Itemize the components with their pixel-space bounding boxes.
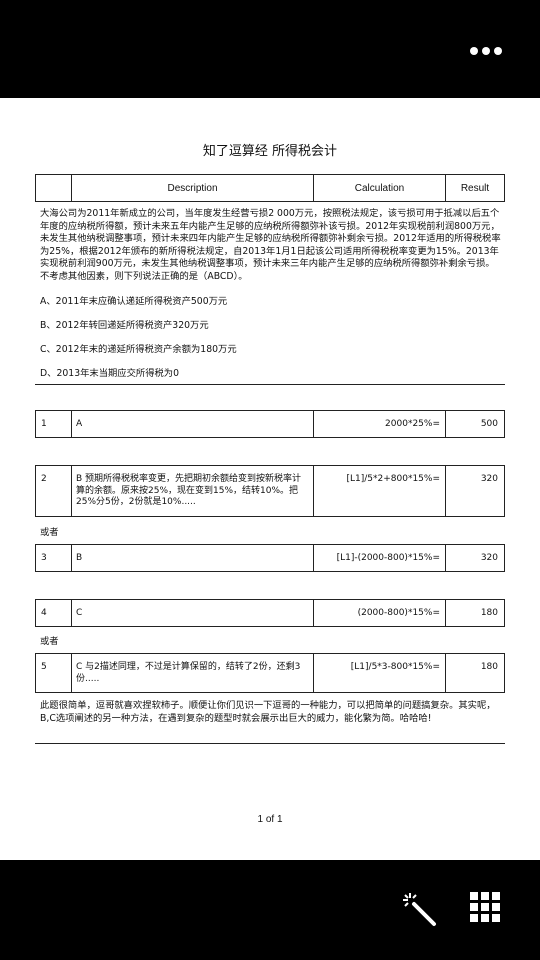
header-calculation: Calculation [354,182,405,194]
magic-wand-button[interactable] [400,890,440,930]
cell-divider [313,600,314,626]
cell-divider [445,466,446,516]
cell-divider [445,411,446,437]
bottom-toolbar [0,860,540,960]
table-row: 3 B [L1]-(2000-800)*15%= 320 [35,544,505,572]
top-toolbar [0,0,540,98]
closing-text: 此题很简单，逗哥就喜欢捏软柿子。顺便让你们见识一下逗哥的一种能力，可以把简单的问… [40,700,496,724]
row-result: 180 [480,608,498,618]
row-number: 5 [41,662,47,672]
row-number: 1 [41,419,47,429]
row-calculation: (2000-800)*15%= [357,608,440,618]
row-calculation: [L1]/5*2+800*15%= [346,474,440,484]
row-description: A [76,419,83,429]
cell-divider [313,545,314,571]
grid-icon [470,892,500,922]
row-description: C 与2描述同理，不过是计算保留的，结转了2份，还剩3份..... [76,662,301,684]
cell-divider [71,600,72,626]
more-horizontal-icon [470,47,478,55]
row-number: 2 [41,474,47,484]
more-options-button[interactable] [470,44,502,58]
row-calculation: 2000*25%= [385,419,440,429]
row-description: C [76,608,83,618]
table-header: Description Calculation Result [35,174,505,202]
page-indicator: 1 of 1 [257,814,283,825]
magic-wand-icon [403,893,436,926]
row-result: 180 [480,662,498,672]
cell-divider [313,654,314,692]
cell-divider [445,654,446,692]
cell-divider [71,411,72,437]
row-description: B [76,553,83,563]
header-description: Description [167,182,218,194]
divider-line [35,743,505,744]
table-row: 5 C 与2描述同理，不过是计算保留的，结转了2份，还剩3份..... [L1]… [35,653,505,693]
table-row: 4 C (2000-800)*15%= 180 [35,599,505,627]
option-b: B、2012年转回递延所得税资产320万元 [40,320,209,331]
cell-divider [445,545,446,571]
cell-divider [71,466,72,516]
row-calculation: [L1]-(2000-800)*15%= [336,553,440,563]
option-a: A、2011年末应确认递延所得税资产500万元 [40,296,228,307]
row-number: 4 [41,608,47,618]
row-result: 320 [480,553,498,563]
page-title: 知了逗算经 所得税会计 [202,144,338,159]
row-number: 3 [41,553,47,563]
cell-divider [445,600,446,626]
more-dot [494,47,502,55]
row-description: B 预期所得税税率变更，先把期初余额给变到按新税率计算的余额。原来按25%，现在… [76,474,302,507]
row-result: 320 [480,474,498,484]
header-result: Result [460,182,490,194]
cell-divider [71,654,72,692]
row-calculation: [L1]/5*3-800*15%= [350,662,440,672]
cell-divider [71,545,72,571]
grid-view-button[interactable] [468,890,502,924]
option-d: D、2013年末当期应交所得税为0 [40,368,179,379]
option-c: C、2012年末的递延所得税资产余额为180万元 [40,344,237,355]
row-result: 500 [480,419,498,429]
or-label: 或者 [40,636,59,647]
table-row: 1 A 2000*25%= 500 [35,410,505,438]
table-row: 2 B 预期所得税税率变更，先把期初余额给变到按新税率计算的余额。原来按25%，… [35,465,505,517]
cell-divider [313,466,314,516]
or-label: 或者 [40,527,59,538]
more-dot [482,47,490,55]
cell-divider [313,411,314,437]
divider-line [35,384,505,385]
question-text: 大海公司为2011年新成立的公司，当年度发生经营亏损2 000万元，按照税法规定… [40,208,501,282]
